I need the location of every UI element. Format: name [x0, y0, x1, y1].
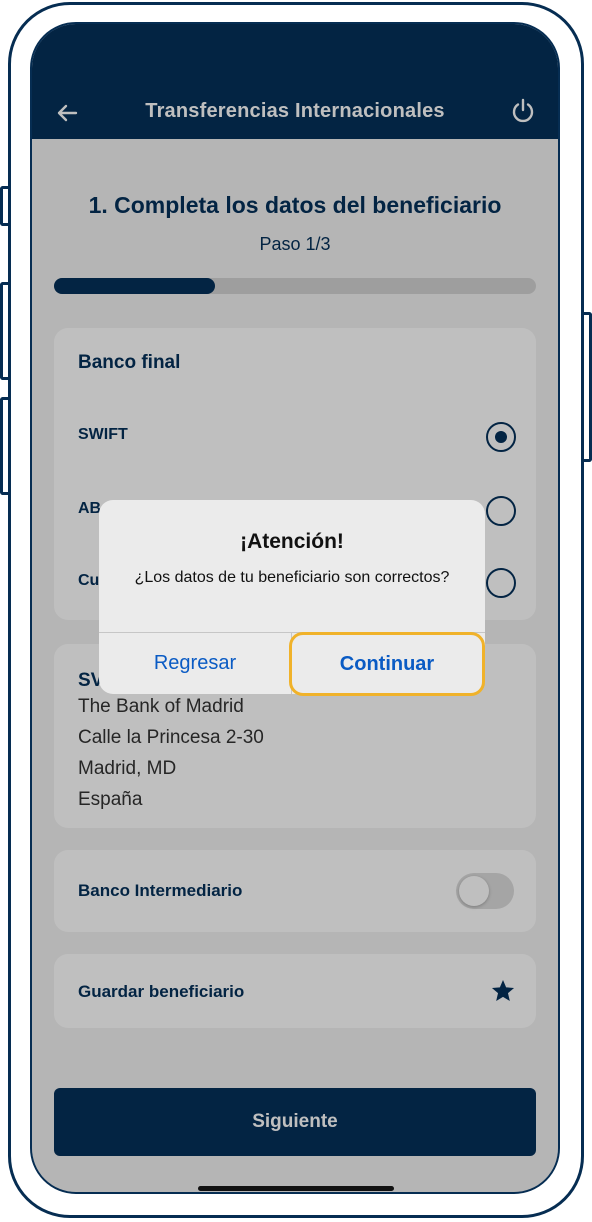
phone-screen: Transferencias Internacionales 1. Comple…	[30, 22, 560, 1194]
confirmation-dialog: ¡Atención! ¿Los datos de tu beneficiario…	[99, 500, 485, 696]
go-back-button[interactable]: Regresar	[99, 633, 291, 694]
dialog-message: ¿Los datos de tu beneficiario son correc…	[134, 569, 450, 586]
home-indicator	[198, 1186, 394, 1191]
dialog-title: ¡Atención!	[240, 530, 344, 553]
continue-button[interactable]: Continuar	[289, 632, 485, 696]
